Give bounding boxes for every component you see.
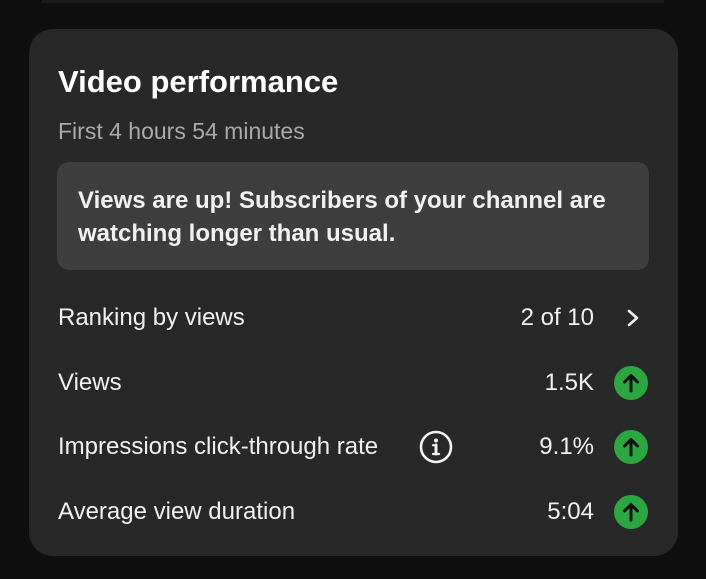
arrow-up-icon bbox=[614, 430, 648, 464]
metric-row-ranking[interactable]: Ranking by views 2 of 10 bbox=[29, 298, 678, 338]
card-subtitle: First 4 hours 54 minutes bbox=[58, 118, 305, 144]
metric-label: Views bbox=[58, 369, 122, 396]
metric-value: 9.1% bbox=[539, 433, 594, 460]
metric-row-views: Views 1.5K bbox=[29, 363, 678, 403]
metric-value: 5:04 bbox=[547, 498, 594, 525]
metric-row-avg-view-duration: Average view duration 5:04 bbox=[29, 492, 678, 532]
chevron-right-icon[interactable] bbox=[620, 304, 646, 332]
insight-text: Views are up! Subscribers of your channe… bbox=[78, 187, 606, 247]
metric-label: Impressions click-through rate bbox=[58, 433, 379, 460]
arrow-up-icon bbox=[614, 495, 648, 529]
metric-value: 1.5K bbox=[544, 369, 594, 396]
insight-message: Views are up! Subscribers of your channe… bbox=[57, 162, 649, 270]
arrow-up-icon bbox=[614, 366, 648, 400]
metric-row-ctr: Impressions click-through rate 9.1% bbox=[29, 427, 678, 467]
card-title: Video performance bbox=[58, 64, 339, 99]
video-performance-card: Video performance First 4 hours 54 minut… bbox=[29, 29, 678, 556]
metric-value: 2 of 10 bbox=[520, 304, 594, 331]
metric-label: Ranking by views bbox=[58, 304, 245, 331]
metric-label: Average view duration bbox=[58, 498, 296, 525]
info-icon[interactable] bbox=[418, 429, 454, 465]
previous-card-edge bbox=[42, 0, 664, 3]
